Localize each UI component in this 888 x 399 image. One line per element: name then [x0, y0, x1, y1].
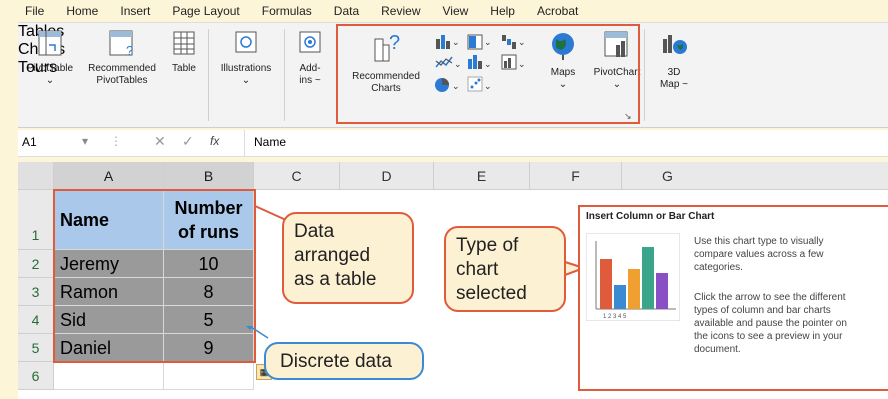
- callout-line: as a table: [294, 269, 377, 290]
- callout-line: Type of: [456, 235, 519, 256]
- svg-text:1 2 3 4 5: 1 2 3 4 5: [603, 314, 627, 320]
- callout-data-table: Data arranged as a table: [282, 212, 414, 304]
- tooltip-line: compare values across a few: [694, 249, 824, 260]
- excel-window: File Home Insert Page Layout Formulas Da…: [6, 0, 888, 399]
- tooltip-line: available and pause the pointer on: [694, 318, 847, 329]
- column-chart-preview-icon: 1 2 3 4 5: [586, 233, 680, 321]
- tooltip-line: Use this chart type to visually: [694, 236, 824, 247]
- tooltip-paragraph-2: Click the arrow to see the different typ…: [694, 291, 884, 356]
- callout-chart-type: Type of chart selected: [444, 226, 566, 312]
- tooltip-line: Click the arrow to see the different: [694, 292, 846, 303]
- callout-line: arranged: [294, 245, 371, 266]
- tooltip-line: categories.: [694, 262, 743, 273]
- tooltip-line: document.: [694, 344, 741, 355]
- tooltip-paragraph-1: Use this chart type to visually compare …: [694, 235, 884, 274]
- tooltip-title: Insert Column or Bar Chart: [586, 211, 715, 222]
- callout-discrete-data: Discrete data: [264, 342, 424, 380]
- tooltip-line: the icons to see a preview in your: [694, 331, 843, 342]
- callout-line: selected: [456, 283, 527, 304]
- chart-tooltip: Insert Column or Bar Chart 1 2 3 4 5 Use…: [578, 205, 888, 391]
- callout-line: Data: [294, 221, 335, 242]
- tooltip-line: types of column and bar charts: [694, 305, 831, 316]
- callout-line: chart: [456, 259, 499, 280]
